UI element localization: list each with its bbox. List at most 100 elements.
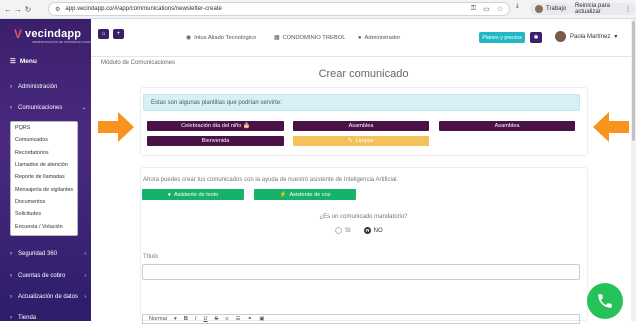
template-button-asamblea-2[interactable]: Asamblea xyxy=(439,121,575,131)
bolt-icon: ⚡ xyxy=(279,191,287,198)
submenu-item-solicitudes[interactable]: Solicitudes xyxy=(11,208,77,220)
broom-icon: ✎ xyxy=(347,138,353,144)
sidebar-item-label: Tienda xyxy=(18,315,37,321)
settings-button[interactable]: ✱ xyxy=(530,32,542,43)
eye-icon: ◉ xyxy=(186,35,192,41)
caret-right-icon: › xyxy=(10,273,12,279)
profile-chip[interactable]: Trabajo xyxy=(530,3,572,15)
plus-button[interactable]: + xyxy=(113,29,124,39)
bold-icon[interactable]: B xyxy=(184,316,188,322)
home-button[interactable]: ⌂ xyxy=(98,29,109,39)
url-text: app.vecindapp.co/#/app/communications/ne… xyxy=(65,6,222,12)
whatsapp-button[interactable] xyxy=(587,283,623,319)
org-name: Intus Aliado Tecnológico xyxy=(194,35,257,41)
format-caret-icon[interactable]: ▾ xyxy=(174,316,177,322)
scrollbar[interactable] xyxy=(631,19,636,321)
clear-label: Limpiar xyxy=(355,138,375,144)
reload-icon[interactable]: ↻ xyxy=(23,5,33,14)
caret-right-icon: › xyxy=(10,294,12,300)
sidebar-item-label: Cuentas de cobro xyxy=(18,273,66,279)
org-info: ◉ Intus Aliado Tecnológico xyxy=(186,35,256,41)
screen-icon[interactable]: ▭ xyxy=(483,5,490,13)
clear-button[interactable]: ✎ Limpiar xyxy=(293,136,429,146)
site-settings-icon[interactable]: ⚙ xyxy=(55,6,60,13)
download-icon[interactable]: ⤓ xyxy=(516,3,519,10)
mandatory-radio-group: SI NO xyxy=(335,227,383,234)
image-icon[interactable]: ▣ xyxy=(259,316,264,322)
radio-circle-selected xyxy=(363,227,371,234)
sidebar-item-actualizacion[interactable]: › Actualización de datos › xyxy=(10,294,90,300)
text-assistant-button[interactable]: ● Asistente de texto xyxy=(142,189,244,200)
update-button[interactable]: Reinicia para actualizar ⋮ xyxy=(570,3,636,15)
page-title: Crear comunicado xyxy=(318,68,409,80)
scrollbar-thumb[interactable] xyxy=(632,21,635,141)
plus-circle-icon: + xyxy=(116,31,121,37)
sidebar-item-administracion[interactable]: › Administración xyxy=(10,84,90,90)
align-icon[interactable]: ≡ xyxy=(225,316,228,322)
strike-icon[interactable]: S xyxy=(215,316,219,322)
submenu-item-documentos[interactable]: Documentos xyxy=(11,196,77,208)
arrow-left-icon xyxy=(593,112,629,142)
submenu-item-pqrs[interactable]: PQRS xyxy=(11,122,77,134)
submenu-item-mensajeria[interactable]: Mensajería de vigilantes xyxy=(11,183,77,195)
format-select[interactable]: Normal xyxy=(149,316,167,322)
menu-toggle[interactable]: ☰ Menu xyxy=(10,57,37,66)
voice-assistant-label: Asistente de voz xyxy=(289,191,331,198)
underline-icon[interactable]: U xyxy=(203,316,207,322)
chevron-right-icon: › xyxy=(84,294,86,300)
sidebar-item-comunicaciones[interactable]: › Comunicaciones ⌄ xyxy=(10,105,90,111)
submenu-item-comunicados[interactable]: Comunicados xyxy=(11,134,77,146)
comunicaciones-submenu: PQRS Comunicados Recordatorios Llamados … xyxy=(10,121,78,236)
forward-icon[interactable]: → xyxy=(13,5,23,14)
title-input[interactable] xyxy=(142,264,580,280)
radio-no[interactable]: NO xyxy=(363,227,383,234)
submenu-item-llamados[interactable]: Llamados de atención xyxy=(11,159,77,171)
template-button-asamblea-1[interactable]: Asamblea xyxy=(293,121,429,131)
link-icon[interactable]: ⚭ xyxy=(248,316,253,322)
plans-button[interactable]: Planes y precios xyxy=(479,32,525,43)
building-icon: ▦ xyxy=(274,35,280,41)
sidebar-item-label: Comunicaciones xyxy=(18,105,63,111)
radio-si-label: SI xyxy=(345,227,351,234)
arrow-right-icon xyxy=(98,112,134,142)
title-label: Título xyxy=(143,254,159,260)
template-button-bienvenida[interactable]: Bienvenida xyxy=(147,136,284,146)
user-menu[interactable]: Paola Martínez ▾ xyxy=(555,31,617,42)
browser-toolbar: ← → ↻ ⚙ app.vecindapp.co/#/app/communica… xyxy=(0,0,636,19)
voice-assistant-button[interactable]: ⚡ Asistente de voz xyxy=(254,189,356,200)
update-label: Reinicia para actualizar xyxy=(575,3,611,15)
gears-icon: ✱ xyxy=(533,35,539,41)
sidebar-item-label: Actualización de datos xyxy=(18,294,79,300)
submenu-item-recordatorios[interactable]: Recordatorios xyxy=(11,147,77,159)
sidebar-item-label: Administración xyxy=(18,84,58,90)
submenu-item-reporte-llamadas[interactable]: Reporte de llamadas xyxy=(11,171,77,183)
avatar xyxy=(535,5,543,13)
radio-circle xyxy=(335,227,342,234)
caret-right-icon: › xyxy=(10,251,12,257)
submenu-item-encuesta[interactable]: Encuesta / Votación xyxy=(11,220,77,232)
condo-name: CONDOMINIO TREBOL xyxy=(282,35,346,41)
caret-right-icon: › xyxy=(10,315,12,321)
sidebar-item-cuentas[interactable]: › Cuentas de cobro › xyxy=(10,273,90,279)
avatar xyxy=(555,31,566,42)
sidebar-item-seguridad[interactable]: › Seguridad 360 › xyxy=(10,251,90,257)
star-icon[interactable]: ☆ xyxy=(497,5,503,13)
address-bar[interactable]: ⚙ app.vecindapp.co/#/app/communications/… xyxy=(48,2,510,16)
app-header: ⌂ + ◉ Intus Aliado Tecnológico ▦ CONDOMI… xyxy=(91,19,636,57)
chevron-right-icon: › xyxy=(84,251,86,257)
sidebar-item-tienda[interactable]: › Tienda xyxy=(10,315,90,321)
list-icon[interactable]: ☰ xyxy=(236,316,241,322)
home-icon: ⌂ xyxy=(101,31,106,37)
condo-info: ▦ CONDOMINIO TREBOL xyxy=(274,35,346,41)
key-icon[interactable]: ⚿ xyxy=(471,5,476,13)
radio-si[interactable]: SI xyxy=(335,227,351,234)
sidebar-item-label: Seguridad 360 xyxy=(18,251,58,257)
back-icon[interactable]: ← xyxy=(3,5,13,14)
user-icon: ● xyxy=(358,35,362,41)
italic-icon[interactable]: I xyxy=(195,316,197,322)
role-name: Administrador xyxy=(364,35,401,41)
logo-mark-icon: V xyxy=(14,27,23,41)
logo-text: vecindapp xyxy=(25,28,82,40)
mandatory-question: ¿Es un comunicado mandatorio? xyxy=(319,214,408,220)
template-button-dia-nino[interactable]: Celebración día del niño 🎂 xyxy=(147,121,284,131)
